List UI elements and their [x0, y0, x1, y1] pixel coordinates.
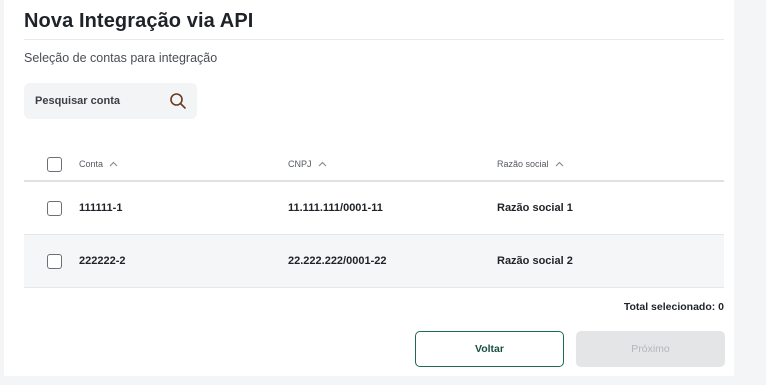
- total-selected: Total selecionado: 0: [623, 301, 724, 313]
- search-icon[interactable]: [169, 92, 187, 110]
- column-header-cnpj[interactable]: CNPJ: [288, 159, 327, 169]
- page-title: Nova Integração via API: [24, 10, 254, 32]
- chevron-up-icon: [318, 161, 327, 167]
- column-header-label: Conta: [79, 159, 104, 169]
- table-row[interactable]: 222222-2 22.222.222/0001-22 Razão social…: [24, 235, 724, 288]
- chevron-up-icon: [555, 161, 564, 167]
- title-divider: [24, 39, 724, 40]
- cell-conta: 222222-2: [79, 255, 126, 267]
- back-button[interactable]: Voltar: [415, 331, 564, 367]
- cell-razao-social: Razão social 1: [497, 202, 573, 214]
- cell-cnpj: 22.222.222/0001-22: [288, 255, 387, 267]
- column-header-label: CNPJ: [288, 159, 312, 169]
- cell-cnpj: 11.111.111/0001-11: [288, 202, 383, 214]
- next-button[interactable]: Próximo: [576, 331, 725, 367]
- column-header-conta[interactable]: Conta: [79, 159, 118, 169]
- select-all-checkbox[interactable]: [47, 156, 62, 172]
- row-checkbox[interactable]: [47, 253, 62, 269]
- chevron-up-icon: [109, 161, 118, 167]
- page-subtitle: Seleção de contas para integração: [24, 51, 218, 65]
- table-row[interactable]: 111111-1 11.111.111/0001-11 Razão social…: [24, 182, 724, 235]
- accounts-table: Conta CNPJ Razão social 111111-1 11.111.…: [24, 148, 724, 288]
- search-box[interactable]: [24, 83, 197, 119]
- integration-card: Nova Integração via API Seleção de conta…: [4, 0, 734, 376]
- table-header: Conta CNPJ Razão social: [24, 148, 724, 182]
- search-input[interactable]: [35, 95, 155, 107]
- cell-razao-social: Razão social 2: [497, 255, 573, 267]
- column-header-razao-social[interactable]: Razão social: [497, 159, 564, 169]
- cell-conta: 111111-1: [79, 202, 123, 214]
- column-header-label: Razão social: [497, 159, 549, 169]
- row-checkbox[interactable]: [47, 200, 62, 216]
